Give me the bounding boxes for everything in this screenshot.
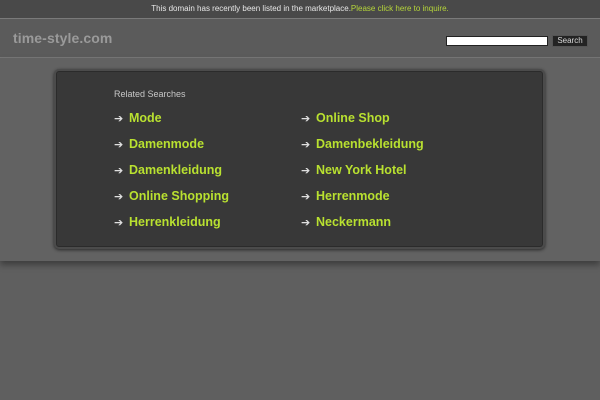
- related-searches-heading: Related Searches: [114, 89, 186, 99]
- related-link-neckermann[interactable]: ➔ Neckermann: [301, 209, 424, 235]
- site-header: time-style.com Search: [0, 19, 600, 58]
- arrow-right-icon: ➔: [301, 216, 311, 229]
- related-link-label: Online Shop: [316, 111, 390, 125]
- related-link-online-shop[interactable]: ➔ Online Shop: [301, 105, 424, 131]
- related-links-right-column: ➔ Online Shop ➔ Damenbekleidung ➔ New York …: [301, 105, 424, 235]
- related-searches-panel: Related Searches ➔ Mode ➔ Damenmode ➔ Damen…: [54, 69, 545, 249]
- related-link-online-shopping[interactable]: ➔ Online Shopping: [114, 183, 229, 209]
- related-link-herrenkleidung[interactable]: ➔ Herrenkleidung: [114, 209, 229, 235]
- related-link-label: Online Shopping: [129, 189, 229, 203]
- related-link-damenbekleidung[interactable]: ➔ Damenbekleidung: [301, 131, 424, 157]
- arrow-right-icon: ➔: [301, 138, 311, 151]
- arrow-right-icon: ➔: [114, 138, 124, 151]
- arrow-right-icon: ➔: [301, 164, 311, 177]
- arrow-right-icon: ➔: [114, 190, 124, 203]
- related-link-label: Damenkleidung: [129, 163, 223, 177]
- search-input[interactable]: [446, 36, 548, 46]
- marketplace-notice-bar: This domain has recently been listed in …: [0, 0, 600, 19]
- related-link-label: Damenmode: [129, 137, 205, 151]
- arrow-right-icon: ➔: [114, 112, 124, 125]
- related-link-label: Mode: [129, 111, 162, 125]
- search-button[interactable]: Search: [552, 35, 588, 47]
- related-link-label: Damenbekleidung: [316, 137, 424, 151]
- related-links-left-column: ➔ Mode ➔ Damenmode ➔ Damenkleidung ➔ Online …: [114, 105, 229, 235]
- arrow-right-icon: ➔: [114, 216, 124, 229]
- site-title: time-style.com: [13, 30, 113, 46]
- arrow-right-icon: ➔: [301, 190, 311, 203]
- related-link-mode[interactable]: ➔ Mode: [114, 105, 229, 131]
- arrow-right-icon: ➔: [114, 164, 124, 177]
- related-link-herrenmode[interactable]: ➔ Herrenmode: [301, 183, 424, 209]
- marketplace-notice-text: This domain has recently been listed in …: [151, 4, 351, 13]
- related-link-label: Neckermann: [316, 215, 392, 229]
- content-area: Related Searches ➔ Mode ➔ Damenmode ➔ Damen…: [0, 58, 600, 261]
- related-link-label: Herrenkleidung: [129, 215, 221, 229]
- inquire-link[interactable]: Please click here to inquire.: [351, 4, 449, 13]
- related-link-damenkleidung[interactable]: ➔ Damenkleidung: [114, 157, 229, 183]
- arrow-right-icon: ➔: [301, 112, 311, 125]
- related-link-damenmode[interactable]: ➔ Damenmode: [114, 131, 229, 157]
- related-link-label: New York Hotel: [316, 163, 407, 177]
- related-link-new-york-hotel[interactable]: ➔ New York Hotel: [301, 157, 424, 183]
- related-link-label: Herrenmode: [316, 189, 390, 203]
